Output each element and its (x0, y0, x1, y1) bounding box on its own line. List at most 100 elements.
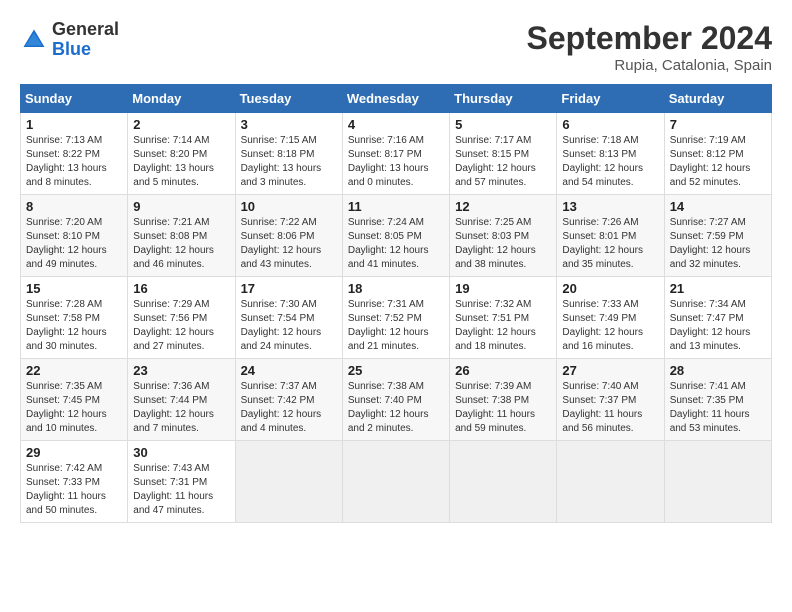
day-info: Sunrise: 7:42 AM Sunset: 7:33 PM Dayligh… (26, 462, 122, 518)
calendar-cell: 16 Sunrise: 7:29 AM Sunset: 7:56 PM Dayli… (128, 277, 235, 359)
day-number: 23 (133, 363, 229, 378)
logo: General Blue (20, 20, 119, 60)
day-number: 11 (348, 199, 444, 214)
calendar-cell: 3Sunrise: 7:15 AM Sunset: 8:18 PM Daylig… (235, 113, 342, 195)
weekday-header: Tuesday (235, 85, 342, 113)
day-number: 5 (455, 117, 551, 132)
day-info: Sunrise: 7:38 AM Sunset: 7:40 PM Dayligh… (348, 380, 444, 436)
day-info: Sunrise: 7:22 AM Sunset: 8:06 PM Dayligh… (241, 216, 337, 272)
day-number: 7 (670, 117, 766, 132)
weekday-header-row: SundayMondayTuesdayWednesdayThursdayFrid… (21, 85, 772, 113)
calendar-cell: 7 Sunrise: 7:19 AM Sunset: 8:12 PM Daylig… (664, 113, 771, 195)
day-number: 19 (455, 281, 551, 296)
day-info: Sunrise: 7:34 AM Sunset: 7:47 PM Dayligh… (670, 298, 766, 354)
day-number: 14 (670, 199, 766, 214)
day-info: Sunrise: 7:19 AM Sunset: 8:12 PM Dayligh… (670, 134, 766, 190)
day-number: 29 (26, 445, 122, 460)
day-number: 6 (562, 117, 658, 132)
day-number: 25 (348, 363, 444, 378)
weekday-header: Friday (557, 85, 664, 113)
calendar-cell: 12Sunrise: 7:25 AM Sunset: 8:03 PM Dayli… (450, 195, 557, 277)
day-info: Sunrise: 7:17 AM Sunset: 8:15 PM Dayligh… (455, 134, 551, 190)
day-number: 8 (26, 199, 122, 214)
week-row: 29 Sunrise: 7:42 AM Sunset: 7:33 PM Dayli… (21, 441, 772, 523)
day-number: 4 (348, 117, 444, 132)
day-number: 24 (241, 363, 337, 378)
calendar-cell: 5 Sunrise: 7:17 AM Sunset: 8:15 PM Daylig… (450, 113, 557, 195)
day-info: Sunrise: 7:26 AM Sunset: 8:01 PM Dayligh… (562, 216, 658, 272)
day-number: 13 (562, 199, 658, 214)
day-info: Sunrise: 7:16 AM Sunset: 8:17 PM Dayligh… (348, 134, 444, 190)
day-info: Sunrise: 7:31 AM Sunset: 7:52 PM Dayligh… (348, 298, 444, 354)
calendar-cell: 9Sunrise: 7:21 AM Sunset: 8:08 PM Daylig… (128, 195, 235, 277)
day-number: 26 (455, 363, 551, 378)
calendar-cell: 23 Sunrise: 7:36 AM Sunset: 7:44 PM Dayli… (128, 359, 235, 441)
logo-blue: Blue (52, 40, 119, 60)
month-title: September 2024 (527, 20, 772, 57)
day-info: Sunrise: 7:39 AM Sunset: 7:38 PM Dayligh… (455, 380, 551, 436)
day-number: 27 (562, 363, 658, 378)
day-number: 30 (133, 445, 229, 460)
page-header: General Blue September 2024 Rupia, Catal… (20, 20, 772, 74)
day-number: 15 (26, 281, 122, 296)
calendar-cell: 17 Sunrise: 7:30 AM Sunset: 7:54 PM Dayli… (235, 277, 342, 359)
calendar-cell: 21 Sunrise: 7:34 AM Sunset: 7:47 PM Dayli… (664, 277, 771, 359)
calendar-cell: 4 Sunrise: 7:16 AM Sunset: 8:17 PM Daylig… (342, 113, 449, 195)
day-info: Sunrise: 7:20 AM Sunset: 8:10 PM Dayligh… (26, 216, 122, 272)
calendar-cell: 22Sunrise: 7:35 AM Sunset: 7:45 PM Dayli… (21, 359, 128, 441)
day-info: Sunrise: 7:28 AM Sunset: 7:58 PM Dayligh… (26, 298, 122, 354)
day-info: Sunrise: 7:35 AM Sunset: 7:45 PM Dayligh… (26, 380, 122, 436)
calendar-cell: 1 Sunrise: 7:13 AM Sunset: 8:22 PM Daylig… (21, 113, 128, 195)
calendar-cell (450, 441, 557, 523)
calendar-cell (664, 441, 771, 523)
week-row: 8 Sunrise: 7:20 AM Sunset: 8:10 PM Daylig… (21, 195, 772, 277)
calendar-cell: 11 Sunrise: 7:24 AM Sunset: 8:05 PM Dayli… (342, 195, 449, 277)
calendar-cell: 6 Sunrise: 7:18 AM Sunset: 8:13 PM Daylig… (557, 113, 664, 195)
day-number: 2 (133, 117, 229, 132)
calendar-cell: 14 Sunrise: 7:27 AM Sunset: 7:59 PM Dayli… (664, 195, 771, 277)
day-number: 16 (133, 281, 229, 296)
week-row: 22Sunrise: 7:35 AM Sunset: 7:45 PM Dayli… (21, 359, 772, 441)
location: Rupia, Catalonia, Spain (527, 57, 772, 74)
day-info: Sunrise: 7:29 AM Sunset: 7:56 PM Dayligh… (133, 298, 229, 354)
calendar-cell: 13 Sunrise: 7:26 AM Sunset: 8:01 PM Dayli… (557, 195, 664, 277)
calendar-cell: 20 Sunrise: 7:33 AM Sunset: 7:49 PM Dayli… (557, 277, 664, 359)
calendar-cell: 8 Sunrise: 7:20 AM Sunset: 8:10 PM Daylig… (21, 195, 128, 277)
day-number: 21 (670, 281, 766, 296)
calendar-cell (235, 441, 342, 523)
day-info: Sunrise: 7:13 AM Sunset: 8:22 PM Dayligh… (26, 134, 122, 190)
calendar-cell: 25 Sunrise: 7:38 AM Sunset: 7:40 PM Dayli… (342, 359, 449, 441)
day-info: Sunrise: 7:36 AM Sunset: 7:44 PM Dayligh… (133, 380, 229, 436)
day-info: Sunrise: 7:40 AM Sunset: 7:37 PM Dayligh… (562, 380, 658, 436)
day-number: 20 (562, 281, 658, 296)
weekday-header: Sunday (21, 85, 128, 113)
calendar-cell: 30 Sunrise: 7:43 AM Sunset: 7:31 PM Dayli… (128, 441, 235, 523)
calendar-cell (557, 441, 664, 523)
day-info: Sunrise: 7:27 AM Sunset: 7:59 PM Dayligh… (670, 216, 766, 272)
day-info: Sunrise: 7:43 AM Sunset: 7:31 PM Dayligh… (133, 462, 229, 518)
calendar-cell: 24 Sunrise: 7:37 AM Sunset: 7:42 PM Dayli… (235, 359, 342, 441)
day-info: Sunrise: 7:37 AM Sunset: 7:42 PM Dayligh… (241, 380, 337, 436)
day-info: Sunrise: 7:24 AM Sunset: 8:05 PM Dayligh… (348, 216, 444, 272)
day-info: Sunrise: 7:32 AM Sunset: 7:51 PM Dayligh… (455, 298, 551, 354)
day-info: Sunrise: 7:18 AM Sunset: 8:13 PM Dayligh… (562, 134, 658, 190)
calendar-cell (342, 441, 449, 523)
week-row: 1 Sunrise: 7:13 AM Sunset: 8:22 PM Daylig… (21, 113, 772, 195)
day-info: Sunrise: 7:33 AM Sunset: 7:49 PM Dayligh… (562, 298, 658, 354)
logo-general: General (52, 20, 119, 40)
calendar-cell: 28Sunrise: 7:41 AM Sunset: 7:35 PM Dayli… (664, 359, 771, 441)
calendar-cell: 27 Sunrise: 7:40 AM Sunset: 7:37 PM Dayli… (557, 359, 664, 441)
day-number: 10 (241, 199, 337, 214)
day-number: 9 (133, 199, 229, 214)
day-info: Sunrise: 7:14 AM Sunset: 8:20 PM Dayligh… (133, 134, 229, 190)
logo-icon (20, 26, 48, 54)
day-info: Sunrise: 7:25 AM Sunset: 8:03 PM Dayligh… (455, 216, 551, 272)
weekday-header: Monday (128, 85, 235, 113)
calendar-cell: 15 Sunrise: 7:28 AM Sunset: 7:58 PM Dayli… (21, 277, 128, 359)
day-number: 17 (241, 281, 337, 296)
day-number: 1 (26, 117, 122, 132)
weekday-header: Thursday (450, 85, 557, 113)
calendar-table: SundayMondayTuesdayWednesdayThursdayFrid… (20, 84, 772, 523)
weekday-header: Saturday (664, 85, 771, 113)
day-info: Sunrise: 7:30 AM Sunset: 7:54 PM Dayligh… (241, 298, 337, 354)
